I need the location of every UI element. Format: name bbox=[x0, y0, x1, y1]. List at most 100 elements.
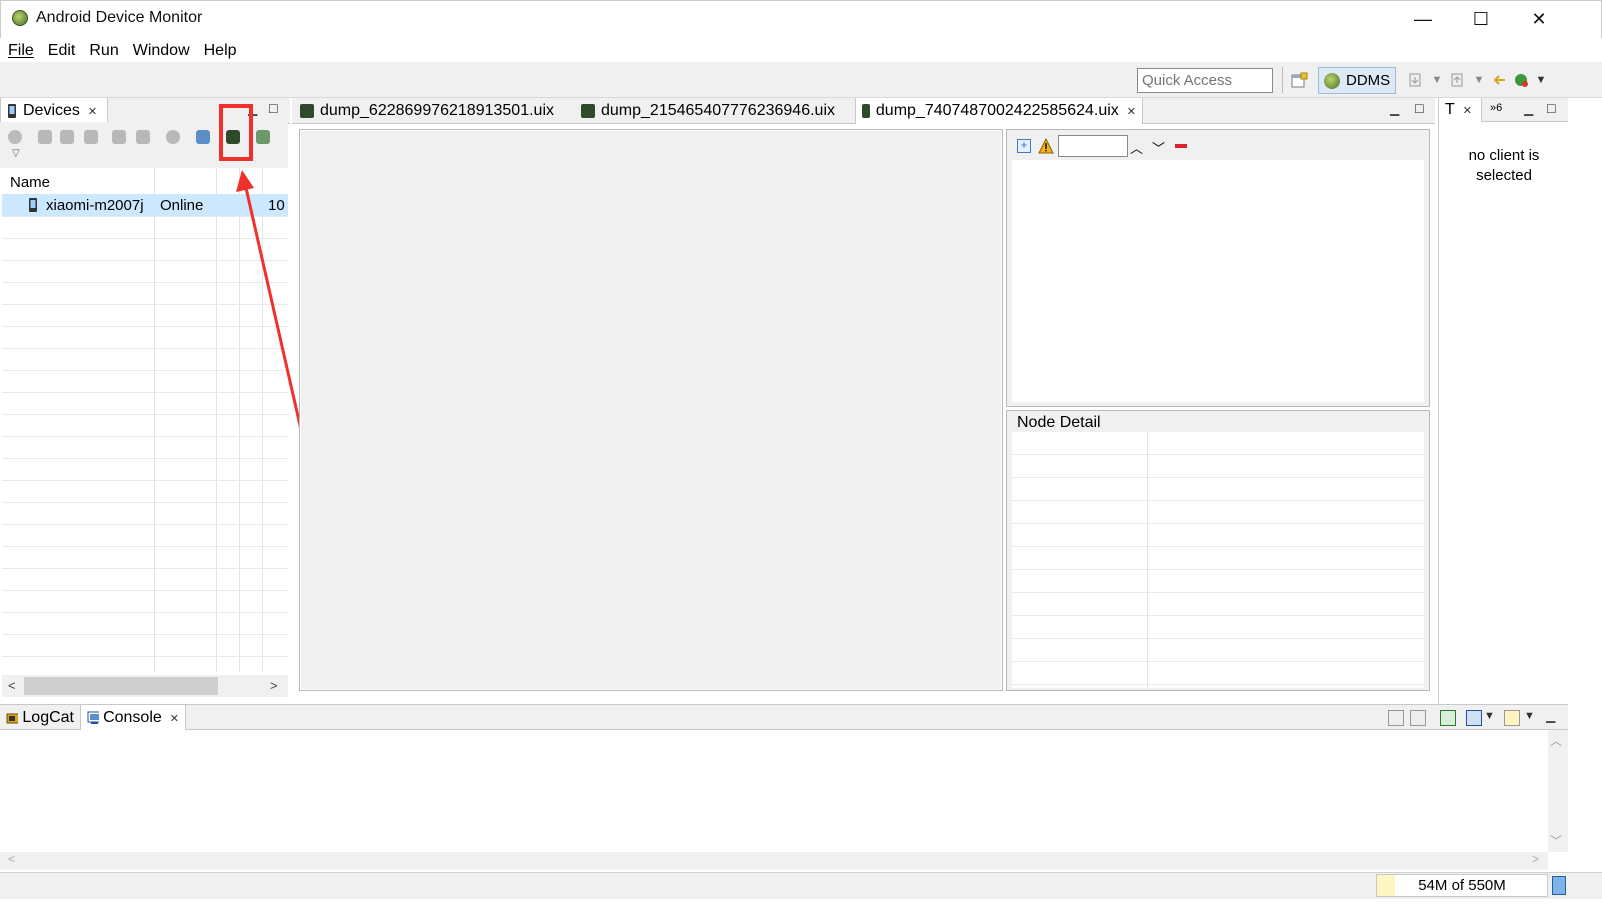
close-icon[interactable]: ✕ bbox=[1463, 104, 1472, 117]
minimize-button[interactable]: — bbox=[1394, 0, 1452, 38]
right-tab-bar: T ✕ »6 ▁ ☐ bbox=[1438, 98, 1568, 122]
minimize-view-icon[interactable]: ▁ bbox=[1524, 102, 1533, 116]
close-icon[interactable]: ✕ bbox=[170, 712, 179, 725]
scroll-right-icon[interactable]: > bbox=[270, 678, 278, 693]
bottom-tab-bar: LogCat Console ✕ ▼ ▼ ▁ bbox=[0, 704, 1568, 731]
minimize-view-icon[interactable]: ▁ bbox=[1390, 102, 1399, 116]
open-console-icon[interactable] bbox=[1504, 710, 1520, 726]
scrollbar-thumb[interactable] bbox=[24, 677, 218, 695]
device-name: xiaomi-m2007j bbox=[46, 197, 144, 214]
phone-icon bbox=[8, 104, 16, 118]
android-device-monitor-icon bbox=[12, 10, 28, 26]
device-status: Online bbox=[160, 197, 204, 214]
close-button[interactable]: ✕ bbox=[1510, 0, 1568, 38]
back-arrow-icon[interactable] bbox=[1490, 71, 1508, 89]
phone-icon bbox=[29, 198, 37, 212]
close-icon[interactable]: ✕ bbox=[88, 105, 97, 118]
screen-capture-icon[interactable] bbox=[196, 130, 210, 144]
scroll-right-icon[interactable]: > bbox=[1532, 852, 1539, 866]
scroll-left-icon[interactable]: < bbox=[8, 678, 16, 693]
close-icon[interactable]: ✕ bbox=[1127, 105, 1136, 118]
update-heap-icon[interactable] bbox=[38, 130, 52, 144]
menu-help[interactable]: Help bbox=[204, 42, 237, 60]
run-icon[interactable] bbox=[1512, 71, 1530, 89]
ddms-label: DDMS bbox=[1346, 72, 1391, 89]
devices-tab[interactable]: Devices ✕ bbox=[0, 98, 108, 124]
heap-usage-fill bbox=[1377, 875, 1395, 896]
dropdown-chevron-icon[interactable]: ▼ bbox=[1524, 710, 1535, 722]
scroll-left-icon[interactable]: < bbox=[8, 852, 15, 866]
maximize-view-icon[interactable]: ☐ bbox=[1414, 102, 1425, 116]
view-menu-icon[interactable]: ▽ bbox=[12, 148, 20, 159]
ddms-logo-icon bbox=[1324, 72, 1340, 89]
push-file-icon[interactable] bbox=[1448, 71, 1466, 89]
editor-tab-label: dump_215465407776236946.uix bbox=[601, 102, 835, 119]
editor-tab-label: dump_7407487002422585624.uix bbox=[875, 102, 1119, 119]
dump-hprof-icon[interactable] bbox=[60, 130, 74, 144]
threads-panel bbox=[1438, 98, 1568, 704]
dropdown-chevron-icon[interactable]: ▼ bbox=[1532, 71, 1550, 89]
hierarchy-tree[interactable] bbox=[1012, 160, 1424, 402]
node-search-input[interactable] bbox=[1058, 135, 1128, 157]
editor-tab-dump-1[interactable]: dump_622869976218913501.uix bbox=[294, 98, 572, 124]
uix-file-icon bbox=[300, 104, 314, 118]
previous-match-icon[interactable]: ︿ bbox=[1130, 138, 1143, 157]
maximize-view-icon[interactable]: ☐ bbox=[1546, 102, 1557, 116]
menu-file[interactable]: File bbox=[8, 42, 34, 60]
window-title: Android Device Monitor bbox=[36, 9, 203, 26]
quick-access-input[interactable] bbox=[1137, 68, 1273, 93]
dropdown-chevron-icon[interactable]: ▼ bbox=[1484, 710, 1495, 722]
status-bar bbox=[0, 872, 1602, 899]
cause-gc-icon[interactable] bbox=[84, 130, 98, 144]
method-profiling-icon[interactable] bbox=[136, 130, 150, 144]
menu-edit[interactable]: Edit bbox=[48, 42, 76, 60]
run-gc-trash-icon[interactable] bbox=[1552, 876, 1566, 895]
minimize-view-icon[interactable]: ▁ bbox=[1546, 709, 1555, 723]
column-header-name[interactable]: Name bbox=[10, 174, 51, 191]
maximize-view-icon[interactable]: ☐ bbox=[268, 102, 279, 116]
clear-console-icon[interactable] bbox=[1388, 710, 1404, 726]
console-icon bbox=[87, 711, 100, 724]
open-perspective-icon[interactable] bbox=[1290, 72, 1308, 90]
heap-status[interactable]: 54M of 550M bbox=[1376, 874, 1548, 897]
threads-tab[interactable]: T ✕ bbox=[1438, 98, 1482, 122]
heap-status-text: 54M of 550M bbox=[1418, 877, 1506, 894]
systrace-icon[interactable] bbox=[256, 130, 270, 144]
console-output[interactable] bbox=[0, 730, 1548, 852]
annotation-highlight-box bbox=[219, 104, 253, 161]
warning-icon[interactable] bbox=[1038, 138, 1054, 154]
ddms-perspective-button[interactable]: DDMS bbox=[1318, 67, 1396, 94]
editor-tab-dump-3[interactable]: dump_7407487002422585624.uix ✕ bbox=[855, 98, 1143, 124]
dropdown-chevron-icon[interactable]: ▼ bbox=[1470, 71, 1488, 89]
screenshot-canvas[interactable] bbox=[299, 129, 1003, 691]
editor-tab-bar: dump_622869976218913501.uix dump_2154654… bbox=[292, 98, 1435, 124]
pin-console-icon[interactable] bbox=[1440, 710, 1456, 726]
scroll-down-icon[interactable]: ﹀ bbox=[1550, 832, 1562, 849]
editor-tab-dump-2[interactable]: dump_215465407776236946.uix bbox=[575, 98, 853, 124]
devices-tab-label: Devices bbox=[23, 102, 80, 119]
clear-search-icon[interactable] bbox=[1175, 144, 1187, 148]
menu-window[interactable]: Window bbox=[133, 42, 190, 60]
next-match-icon[interactable]: ﹀ bbox=[1152, 138, 1165, 157]
menu-run[interactable]: Run bbox=[89, 42, 118, 60]
dropdown-chevron-icon[interactable]: ▼ bbox=[1428, 71, 1446, 89]
scroll-lock-icon[interactable] bbox=[1410, 710, 1426, 726]
update-threads-icon[interactable] bbox=[112, 130, 126, 144]
debug-icon[interactable] bbox=[8, 130, 22, 144]
stop-process-icon[interactable] bbox=[166, 130, 180, 144]
display-console-icon[interactable] bbox=[1466, 710, 1482, 726]
logcat-icon bbox=[6, 713, 19, 724]
logcat-tab[interactable]: LogCat bbox=[0, 705, 80, 731]
pull-file-icon[interactable] bbox=[1406, 71, 1424, 89]
console-horizontal-scrollbar[interactable] bbox=[0, 852, 1548, 870]
console-tab[interactable]: Console ✕ bbox=[80, 705, 186, 731]
scroll-up-icon[interactable]: ︿ bbox=[1550, 732, 1562, 749]
toolbar-separator bbox=[1282, 67, 1283, 93]
more-views-icon[interactable]: »6 bbox=[1490, 102, 1502, 114]
uix-file-icon bbox=[581, 104, 595, 118]
expand-all-icon[interactable]: + bbox=[1017, 139, 1031, 153]
editor-tab-label: dump_622869976218913501.uix bbox=[320, 102, 554, 119]
maximize-button[interactable]: ☐ bbox=[1452, 0, 1510, 38]
title-bar bbox=[0, 0, 1602, 38]
uix-file-icon bbox=[862, 104, 870, 118]
